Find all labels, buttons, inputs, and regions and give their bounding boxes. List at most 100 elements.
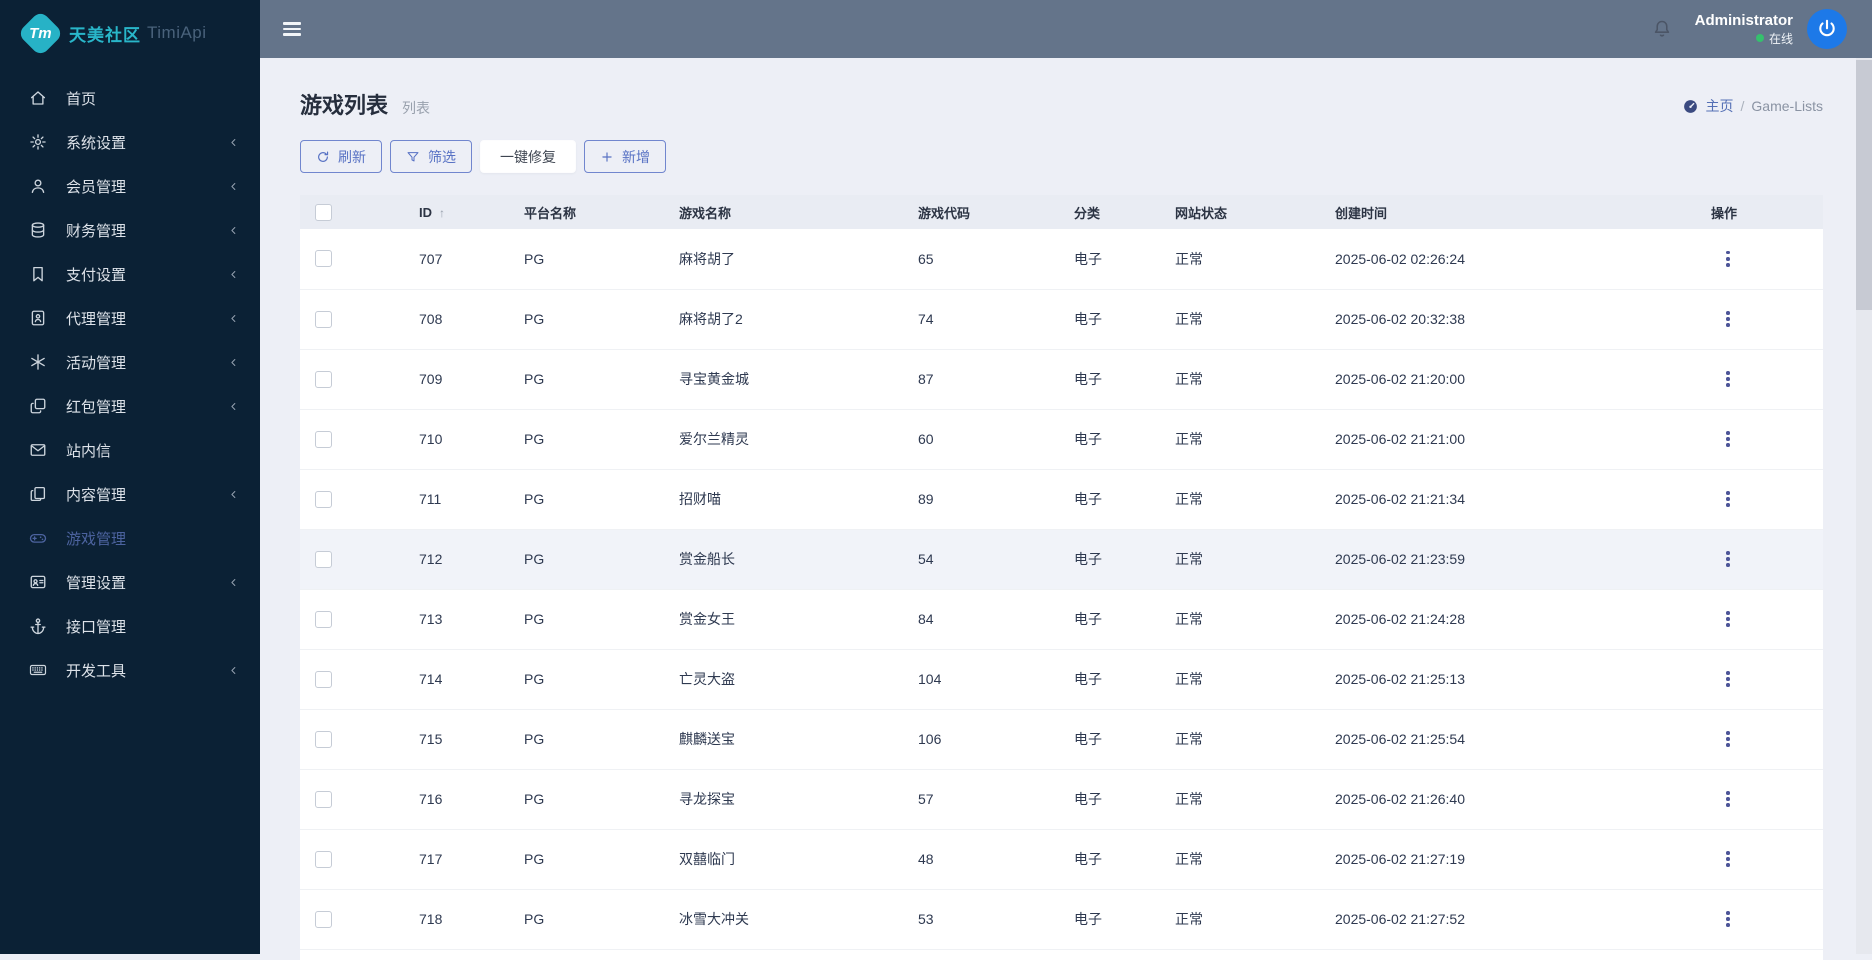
row-checkbox[interactable] — [315, 310, 332, 328]
breadcrumb-home-link[interactable]: 主页 — [1706, 96, 1734, 116]
sidebar-toggle-icon[interactable] — [277, 13, 307, 45]
home-icon — [29, 89, 49, 107]
column-header-ID[interactable]: ID ↑ — [401, 195, 506, 229]
row-actions-kebab-icon[interactable] — [1717, 723, 1739, 754]
row-actions-kebab-icon[interactable] — [1717, 243, 1739, 274]
table-row: 711 PG 招财喵 89 电子 正常 2025-06-02 21:21:34 — [300, 469, 1823, 530]
row-checkbox[interactable] — [315, 550, 332, 568]
sidebar-item-14[interactable]: 开发工具 — [0, 648, 260, 692]
sidebar-item-label: 内容管理 — [66, 486, 127, 504]
sidebar-item-label: 系统设置 — [66, 134, 127, 152]
chevron-left-icon — [227, 180, 240, 193]
brand-logo[interactable]: Tm 天美社区 TimiApi — [0, 0, 260, 66]
cell-game-code: 104 — [900, 649, 1056, 710]
cell-status: 正常 — [1157, 469, 1317, 530]
sidebar-item-12[interactable]: 管理设置 — [0, 560, 260, 604]
row-checkbox[interactable] — [315, 250, 332, 268]
games-table: ID ↑ 平台名称 游戏名称 游戏代码 分类 网站状态 创建时间 操作 707 PG 麻将胡了 65 电… — [300, 195, 1823, 950]
cell-game-code: 48 — [900, 829, 1056, 890]
row-checkbox[interactable] — [315, 610, 332, 628]
add-button[interactable]: 新增 — [584, 140, 666, 173]
column-header-平台名称: 平台名称 — [506, 195, 661, 229]
sidebar-item-4[interactable]: 财务管理 — [0, 208, 260, 252]
row-actions-kebab-icon[interactable] — [1717, 363, 1739, 394]
table-row: 707 PG 麻将胡了 65 电子 正常 2025-06-02 02:26:24 — [300, 229, 1823, 290]
cell-platform: PG — [506, 469, 661, 530]
row-checkbox[interactable] — [315, 370, 332, 388]
one-click-repair-button[interactable]: 一键修复 — [480, 140, 576, 173]
cell-actions — [1693, 349, 1823, 410]
sidebar-item-6[interactable]: 代理管理 — [0, 296, 260, 340]
row-actions-kebab-icon[interactable] — [1717, 543, 1739, 574]
row-checkbox-cell — [300, 469, 401, 530]
filter-button[interactable]: 筛选 — [390, 140, 472, 173]
sidebar-item-11[interactable]: 游戏管理 — [0, 516, 260, 560]
cell-actions — [1693, 409, 1823, 470]
cell-actions — [1693, 889, 1823, 950]
cell-platform: PG — [506, 349, 661, 410]
cell-created-time: 2025-06-02 21:25:13 — [1317, 649, 1693, 710]
cell-game-name: 麒麟送宝 — [661, 709, 900, 770]
sidebar-item-2[interactable]: 系统设置 — [0, 120, 260, 164]
user-menu[interactable]: Administrator 在线 — [1695, 12, 1793, 47]
row-actions-kebab-icon[interactable] — [1717, 843, 1739, 874]
notifications-bell-icon[interactable] — [1651, 18, 1673, 40]
row-checkbox[interactable] — [315, 790, 332, 808]
id-card-icon — [29, 573, 49, 591]
row-checkbox[interactable] — [315, 850, 332, 868]
row-checkbox-cell — [300, 709, 401, 770]
sidebar-item-8[interactable]: 红包管理 — [0, 384, 260, 428]
cell-actions — [1693, 529, 1823, 590]
row-checkbox-cell — [300, 229, 401, 290]
envelope-icon — [29, 441, 49, 459]
sidebar-item-7[interactable]: 活动管理 — [0, 340, 260, 384]
sidebar-item-13[interactable]: 接口管理 — [0, 604, 260, 648]
row-checkbox[interactable] — [315, 910, 332, 928]
table-row: 717 PG 双囍临门 48 电子 正常 2025-06-02 21:27:19 — [300, 829, 1823, 890]
chevron-left-icon — [227, 620, 240, 633]
sidebar-item-10[interactable]: 内容管理 — [0, 472, 260, 516]
refresh-icon — [318, 151, 329, 162]
chevron-left-icon — [227, 664, 240, 677]
cell-game-name: 双囍临门 — [661, 829, 900, 890]
row-checkbox-cell — [300, 649, 401, 710]
logout-power-button[interactable] — [1807, 9, 1847, 49]
row-actions-kebab-icon[interactable] — [1717, 783, 1739, 814]
row-checkbox-cell — [300, 889, 401, 950]
cell-actions — [1693, 649, 1823, 710]
sidebar-item-9[interactable]: 站内信 — [0, 428, 260, 472]
sidebar-item-label: 活动管理 — [66, 354, 127, 372]
cell-game-code: 89 — [900, 469, 1056, 530]
row-checkbox[interactable] — [315, 430, 332, 448]
row-checkbox-cell — [300, 289, 401, 350]
vertical-scrollbar[interactable] — [1856, 58, 1872, 954]
row-actions-kebab-icon[interactable] — [1717, 903, 1739, 934]
main-content: 游戏列表 列表 主页 / Game-Lists 刷新 筛选 一键修复 新增 ID… — [260, 58, 1872, 960]
cell-created-time: 2025-06-02 21:20:00 — [1317, 349, 1693, 410]
row-actions-kebab-icon[interactable] — [1717, 423, 1739, 454]
online-status-label: 在线 — [1768, 31, 1793, 46]
page-header: 游戏列表 列表 主页 / Game-Lists — [260, 58, 1872, 120]
chevron-left-icon — [227, 532, 240, 545]
row-actions-kebab-icon[interactable] — [1717, 303, 1739, 334]
sidebar-item-3[interactable]: 会员管理 — [0, 164, 260, 208]
cell-actions — [1693, 829, 1823, 890]
refresh-button[interactable]: 刷新 — [300, 140, 382, 173]
row-checkbox[interactable] — [315, 490, 332, 508]
cell-category: 电子 — [1056, 769, 1157, 830]
sidebar-item-1[interactable]: 首页 — [0, 76, 260, 120]
scrollbar-thumb[interactable] — [1856, 60, 1872, 310]
sidebar-item-5[interactable]: 支付设置 — [0, 252, 260, 296]
cell-id: 715 — [401, 709, 506, 770]
row-checkbox[interactable] — [315, 730, 332, 748]
user-icon — [29, 177, 49, 195]
row-checkbox[interactable] — [315, 670, 332, 688]
select-all-checkbox[interactable] — [315, 203, 332, 221]
row-actions-kebab-icon[interactable] — [1717, 483, 1739, 514]
sidebar-item-label: 支付设置 — [66, 266, 127, 284]
cell-game-code: 87 — [900, 349, 1056, 410]
row-actions-kebab-icon[interactable] — [1717, 663, 1739, 694]
cell-id: 712 — [401, 529, 506, 590]
chevron-left-icon — [227, 136, 240, 149]
row-actions-kebab-icon[interactable] — [1717, 603, 1739, 634]
